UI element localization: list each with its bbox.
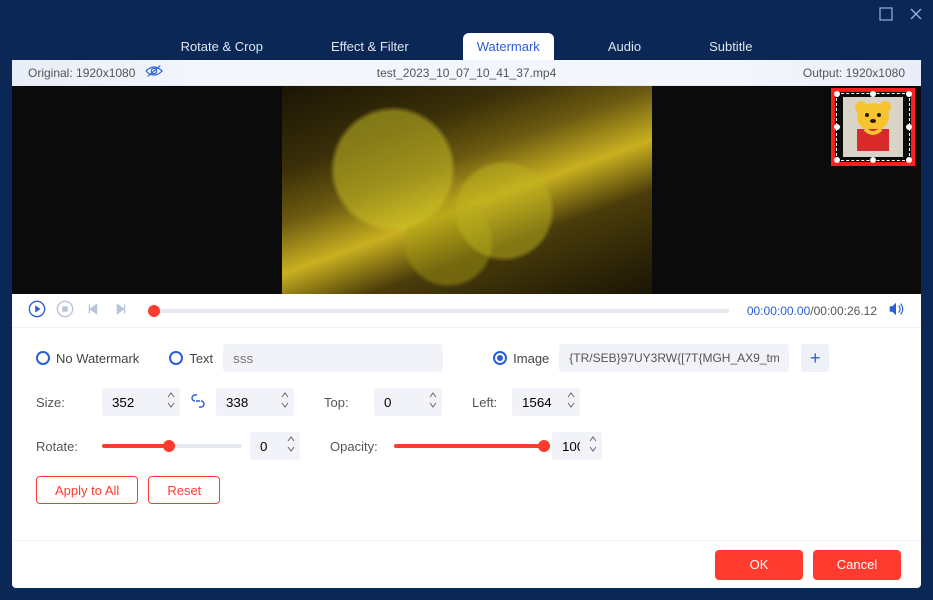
size-label: Size: (36, 395, 94, 410)
rotate-slider[interactable] (102, 444, 242, 448)
reset-button[interactable]: Reset (148, 476, 220, 504)
link-aspect-icon[interactable] (190, 393, 206, 412)
timeline-slider[interactable] (148, 309, 729, 313)
original-resolution: Original: 1920x1080 (28, 66, 135, 80)
left-label: Left: (472, 395, 506, 410)
radio-text[interactable] (169, 351, 183, 365)
tab-subtitle[interactable]: Subtitle (695, 33, 766, 60)
filename-label: test_2023_10_07_10_41_37.mp4 (212, 66, 721, 80)
tab-rotate-crop[interactable]: Rotate & Crop (167, 33, 277, 60)
rotate-label: Rotate: (36, 439, 94, 454)
add-image-button[interactable]: + (801, 344, 829, 372)
tab-effect-filter[interactable]: Effect & Filter (317, 33, 423, 60)
prev-frame-icon[interactable] (84, 300, 102, 321)
time-display: 00:00:00.00/00:00:26.12 (747, 304, 877, 318)
maximize-icon[interactable] (879, 7, 893, 24)
video-preview[interactable] (12, 86, 921, 294)
close-icon[interactable] (909, 7, 923, 24)
tab-watermark[interactable]: Watermark (463, 33, 554, 60)
preview-toggle-icon[interactable] (145, 64, 163, 81)
next-frame-icon[interactable] (112, 300, 130, 321)
apply-to-all-button[interactable]: Apply to All (36, 476, 138, 504)
opacity-slider[interactable] (394, 444, 544, 448)
watermark-overlay[interactable] (831, 88, 915, 166)
output-resolution: Output: 1920x1080 (721, 66, 921, 80)
tab-audio[interactable]: Audio (594, 33, 655, 60)
no-watermark-label: No Watermark (56, 351, 139, 366)
top-label: Top: (324, 395, 366, 410)
volume-icon[interactable] (887, 300, 905, 321)
cancel-button[interactable]: Cancel (813, 550, 901, 580)
radio-image[interactable] (493, 351, 507, 365)
text-label: Text (189, 351, 213, 366)
image-label: Image (513, 351, 549, 366)
image-path-input[interactable] (559, 344, 789, 372)
text-watermark-input[interactable] (223, 344, 443, 372)
stop-icon[interactable] (56, 300, 74, 321)
radio-no-watermark[interactable] (36, 351, 50, 365)
opacity-label: Opacity: (330, 439, 386, 454)
play-icon[interactable] (28, 300, 46, 321)
editor-tabs: Rotate & Crop Effect & Filter Watermark … (0, 30, 933, 60)
ok-button[interactable]: OK (715, 550, 803, 580)
